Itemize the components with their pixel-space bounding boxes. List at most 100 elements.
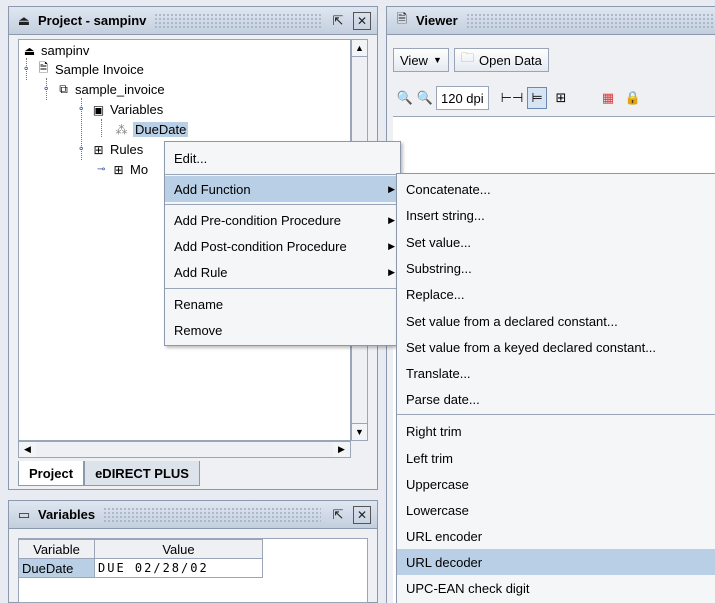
menu-item-substring[interactable]: Substring... [397,255,715,281]
tree-node-variables[interactable]: ⚬ ▣ Variables [77,100,163,119]
variables-panel-titlebar[interactable]: ▭ Variables ⇱ ✕ [9,501,377,529]
project-panel-titlebar[interactable]: ⏏ Project - sampinv ⇱ ✕ [9,7,377,35]
menu-item-label: Remove [174,322,223,338]
menu-item-label: Right trim [406,423,462,439]
color-palette-icon[interactable]: ▦ [598,87,618,109]
menu-item-rename[interactable]: Rename [165,291,400,317]
menu-item-label: Parse date... [406,391,480,407]
viewer-panel-titlebar[interactable]: 🗎 Viewer [387,7,715,35]
zoom-out-icon[interactable]: 🔍 [395,87,415,109]
variables-panel-title: Variables [38,507,96,522]
submenu-arrow-icon: ▶ [388,183,395,194]
tree-node-sample-invoice[interactable]: ⚬ 🗎 Sample Invoice [22,60,144,79]
eject-icon: ⏏ [23,43,36,58]
menu-item-label: Left trim [406,450,453,466]
menu-item-label: Replace... [406,286,465,302]
variable-cell[interactable]: DueDate [18,558,95,578]
table-row[interactable]: DueDate DUE 02/28/02 [18,558,263,578]
menu-item-label: Add Pre-condition Procedure [174,212,341,228]
menu-separator [397,414,715,415]
scroll-left-icon[interactable]: ◀ [19,442,36,457]
zoom-in-icon[interactable]: 🔍 [415,87,435,109]
lock-icon[interactable]: 🔒 [623,87,643,109]
folder-icon: 🗀 [461,50,475,65]
fit-height-icon[interactable]: ⊨ [527,87,547,109]
menu-item-set-value[interactable]: Set value... [397,229,715,255]
open-data-button[interactable]: 🗀 Open Data [454,48,549,72]
tab-edirect-plus[interactable]: eDIRECT PLUS [84,461,200,486]
menu-item-parse-date[interactable]: Parse date... [397,386,715,412]
dpi-value: 120 dpi [441,90,484,106]
tree-node-label: sample_invoice [75,82,165,97]
tree-node-sample-invoice-doc[interactable]: ⚬ ⧉ sample_invoice [42,80,165,99]
expand-handle-icon[interactable]: ⚬ [77,104,87,115]
menu-item-insert-string[interactable]: Insert string... [397,202,715,228]
tree-node-label: Rules [110,142,144,157]
tree-node-duedate[interactable]: ⁂ DueDate [114,120,189,139]
menu-item-label: URL encoder [406,528,483,544]
tree-node-label: Sample Invoice [55,62,144,77]
eject-icon: ⏏ [17,12,31,28]
close-icon[interactable]: ✕ [353,11,371,30]
menu-item-url-decoder[interactable]: URL decoder [397,549,715,575]
menu-item-lowercase[interactable]: Lowercase [397,497,715,523]
scroll-right-icon[interactable]: ▶ [333,442,350,457]
menu-item-label: Concatenate... [406,181,491,197]
title-grip [154,12,321,29]
column-header[interactable]: Value [94,539,263,559]
menu-item-uppercase[interactable]: Uppercase [397,471,715,497]
menu-item-url-encoder[interactable]: URL encoder [397,523,715,549]
scroll-up-icon[interactable]: ▲ [352,40,367,57]
value-cell[interactable]: DUE 02/28/02 [94,558,263,578]
column-header[interactable]: Variable [18,539,95,559]
context-menu: Edit... Add Function ▶ Add Pre-condition… [164,141,401,346]
menu-item-concatenate[interactable]: Concatenate... [397,176,715,202]
menu-item-add-rule[interactable]: Add Rule ▶ [165,259,400,285]
menu-item-label: Add Post-condition Procedure [174,238,347,254]
tree-node-label: Mo [130,162,149,177]
tree-node-rules[interactable]: ⚬ ⊞ Rules [77,140,143,159]
pages-icon: ⧉ [59,82,68,96]
menu-item-set-value-keyed-constant[interactable]: Set value from a keyed declared constant… [397,334,715,360]
dpi-field[interactable]: 120 dpi [436,86,489,110]
menu-item-add-pre-condition[interactable]: Add Pre-condition Procedure ▶ [165,207,400,233]
menu-item-add-post-condition[interactable]: Add Post-condition Procedure ▶ [165,233,400,259]
tree-node-root[interactable]: ⏏ sampinv [22,41,90,60]
menu-item-left-trim[interactable]: Left trim [397,445,715,471]
variable-icon: ⁂ [115,122,128,137]
open-data-label: Open Data [479,52,542,68]
project-tabs: Project eDIRECT PLUS [18,461,200,486]
menu-separator [165,288,400,289]
view-dropdown-button[interactable]: View ▼ [393,48,449,72]
title-grip [465,12,715,29]
menu-item-translate[interactable]: Translate... [397,360,715,386]
tree-node-rule-child[interactable]: ⊸ ⊞ Mo [97,160,148,179]
undock-icon[interactable]: ⇱ [329,12,347,30]
menu-item-set-value-declared-constant[interactable]: Set value from a declared constant... [397,308,715,334]
tree-node-label: sampinv [41,43,90,58]
tree-horizontal-scrollbar[interactable]: ◀ ▶ [18,441,351,458]
expand-handle-icon[interactable]: ⚬ [42,84,52,95]
scroll-down-icon[interactable]: ▼ [352,423,367,440]
menu-item-remove[interactable]: Remove [165,317,400,343]
fit-page-icon[interactable]: ⊞ [551,87,571,109]
collapse-handle-icon[interactable]: ⊸ [97,164,107,175]
chevron-down-icon: ▼ [432,55,442,65]
menu-item-add-function[interactable]: Add Function ▶ [165,176,400,202]
undock-icon[interactable]: ⇱ [329,506,347,524]
menu-item-edit[interactable]: Edit... [165,145,400,171]
menu-item-label: Set value from a declared constant... [406,313,618,329]
tab-project[interactable]: Project [18,461,85,486]
close-icon[interactable]: ✕ [353,505,371,524]
window-icon: ▭ [17,506,31,522]
fit-width-icon[interactable]: ⊢⊣ [501,87,524,109]
menu-item-replace[interactable]: Replace... [397,281,715,307]
menu-item-right-trim[interactable]: Right trim [397,418,715,444]
tree-line [101,119,102,137]
submenu-arrow-icon: ▶ [388,240,395,251]
expand-handle-icon[interactable]: ⚬ [22,64,32,75]
menu-item-upc-ean-check-digit[interactable]: UPC-EAN check digit [397,575,715,601]
variables-table: Variable Value DueDate DUE 02/28/02 [18,539,263,578]
expand-handle-icon[interactable]: ⚬ [77,144,87,155]
menu-item-label: UPC-EAN check digit [406,580,530,596]
